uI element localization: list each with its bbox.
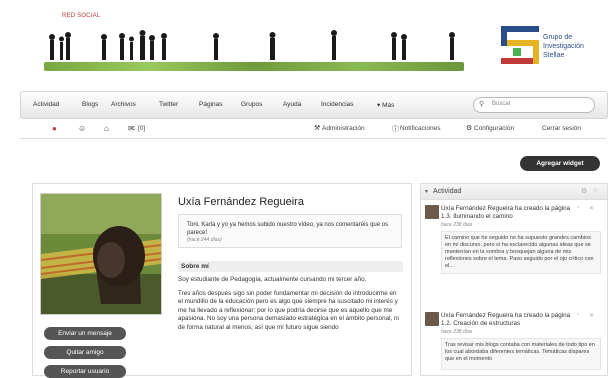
logo-line-3: Stellae [543, 52, 565, 59]
activity-widget: ▾ Actividad ⚙ ○ Uxía Fernández Regueira … [420, 183, 608, 376]
wrench-icon: ⚒ [314, 125, 321, 132]
send-message-button[interactable]: Enviar un mensaje [44, 327, 126, 340]
entry-1-title[interactable]: Uxía Fernández Regueira ha creado la pág… [441, 205, 571, 221]
close-icon[interactable]: ○ [593, 187, 597, 194]
home-icon[interactable]: ⌂ [104, 124, 109, 133]
report-user-button[interactable]: Reportar usuario [44, 365, 126, 378]
logo-text: Grupo de Investigación Stellae [543, 33, 584, 60]
info-icon: ⓘ [392, 126, 399, 133]
stellae-logo-icon [501, 26, 539, 64]
status-time: (hace 244 días) [187, 237, 222, 243]
remove-friend-button[interactable]: Quitar amigo [44, 346, 126, 359]
avatar[interactable] [425, 312, 439, 326]
status-text: Toni, Karla y yo ya hemos subido nuestro… [187, 222, 389, 236]
profile-name: Uxía Fernández Regueira [178, 196, 304, 208]
entry-1-time: hace 238 días [441, 222, 473, 228]
logo-line-2: Investigación [543, 43, 584, 50]
user-toolbar: ● ☺ ⌂ ✉ [0] ⚒ Administración ⓘ Notificac… [20, 121, 606, 139]
status-update: Toni, Karla y yo ya hemos subido nuestro… [178, 214, 402, 248]
search-placeholder: Buscar [492, 101, 511, 107]
messages-icon[interactable]: ✉ [128, 124, 135, 133]
about-text: Soy estudiante de Pedagogía, actualmente… [178, 276, 400, 337]
about-paragraph-2: Tres años después sigo sin poder fundame… [178, 289, 399, 331]
link-cerrar-sesion[interactable]: Cerrar sesión [542, 125, 581, 132]
entry-2-time: hace 238 días [441, 329, 473, 335]
profile-icon[interactable]: ● [52, 124, 57, 133]
main-nav: Actividad Blogs Archivos Twitter Páginas… [20, 91, 608, 119]
gear-icon: ⚙ [466, 125, 473, 132]
entry-2-title[interactable]: Uxía Fernández Regueira ha creado la pág… [441, 312, 571, 328]
nav-actividad[interactable]: Actividad [33, 101, 59, 108]
search-icon: ⚲ [479, 101, 485, 108]
delete-icon[interactable]: ✕ [589, 312, 594, 319]
add-widget-button[interactable]: Agregar widget [520, 156, 600, 171]
site-banner: RED SOCIAL Grupo de Investigación Stella… [0, 0, 611, 92]
collapse-icon[interactable]: ▾ [425, 188, 428, 195]
avatar[interactable] [425, 205, 439, 219]
entry-1-excerpt: El camino que he seguido no ha supuesto … [441, 231, 601, 274]
link-notificaciones[interactable]: Notificaciones [400, 125, 440, 132]
activity-title: Actividad [433, 188, 462, 195]
nav-mas-dropdown[interactable]: ▾ Más [377, 101, 394, 109]
nav-twitter[interactable]: Twitter [159, 101, 178, 108]
grass-strip [44, 62, 464, 71]
nav-grupos[interactable]: Grupos [241, 101, 262, 108]
entry-2-excerpt: Tras revisar mis blogs contaba con mater… [441, 338, 601, 370]
messages-count[interactable]: [0] [138, 125, 145, 132]
comment-icon[interactable]: ▫ [577, 205, 579, 211]
nav-ayuda[interactable]: Ayuda [283, 101, 301, 108]
search-field[interactable]: ⚲ Buscar [473, 97, 595, 113]
nav-incidencias[interactable]: Incidencias [321, 101, 354, 108]
link-configuracion[interactable]: Configuración [474, 125, 514, 132]
link-administracion[interactable]: Administración [322, 125, 365, 132]
nav-archivos[interactable]: Archivos [111, 101, 136, 108]
comment-icon[interactable]: ▫ [577, 312, 579, 318]
about-heading: Sobre mí [178, 261, 403, 272]
about-paragraph-1: Soy estudiante de Pedagogía, actualmente… [178, 276, 367, 283]
activity-header: ▾ Actividad ⚙ ○ [421, 184, 607, 200]
delete-icon[interactable]: ✕ [589, 205, 594, 212]
profile-photo [40, 193, 162, 315]
nav-blogs[interactable]: Blogs [82, 101, 98, 108]
nav-paginas[interactable]: Páginas [199, 101, 223, 108]
settings-icon[interactable]: ⚙ [581, 187, 587, 195]
logo-line-1: Grupo de [543, 34, 573, 41]
friends-icon[interactable]: ☺ [78, 124, 86, 133]
brand-tagline: RED SOCIAL [62, 13, 101, 19]
